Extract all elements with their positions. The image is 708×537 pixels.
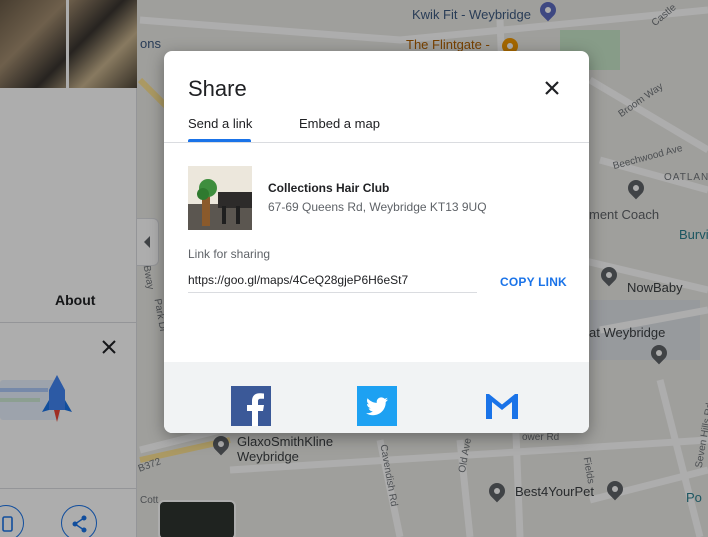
share-tabs: Send a link Embed a map <box>164 115 589 143</box>
place-name: Collections Hair Club <box>268 181 390 195</box>
share-link-input[interactable] <box>188 268 477 293</box>
share-dialog: Share Send a link Embed a map Collection… <box>164 51 589 433</box>
copy-link-button[interactable]: COPY LINK <box>500 275 567 289</box>
facebook-icon[interactable] <box>231 386 271 426</box>
place-address: 67-69 Queens Rd, Weybridge KT13 9UQ <box>268 200 487 214</box>
place-thumbnail <box>188 166 252 230</box>
link-label: Link for sharing <box>188 247 271 261</box>
close-icon[interactable] <box>540 76 564 100</box>
tab-embed-a-map[interactable]: Embed a map <box>299 115 380 143</box>
twitter-icon[interactable] <box>357 386 397 426</box>
dialog-title: Share <box>188 76 247 101</box>
gmail-icon[interactable] <box>482 386 522 426</box>
active-tab-indicator <box>188 139 251 142</box>
